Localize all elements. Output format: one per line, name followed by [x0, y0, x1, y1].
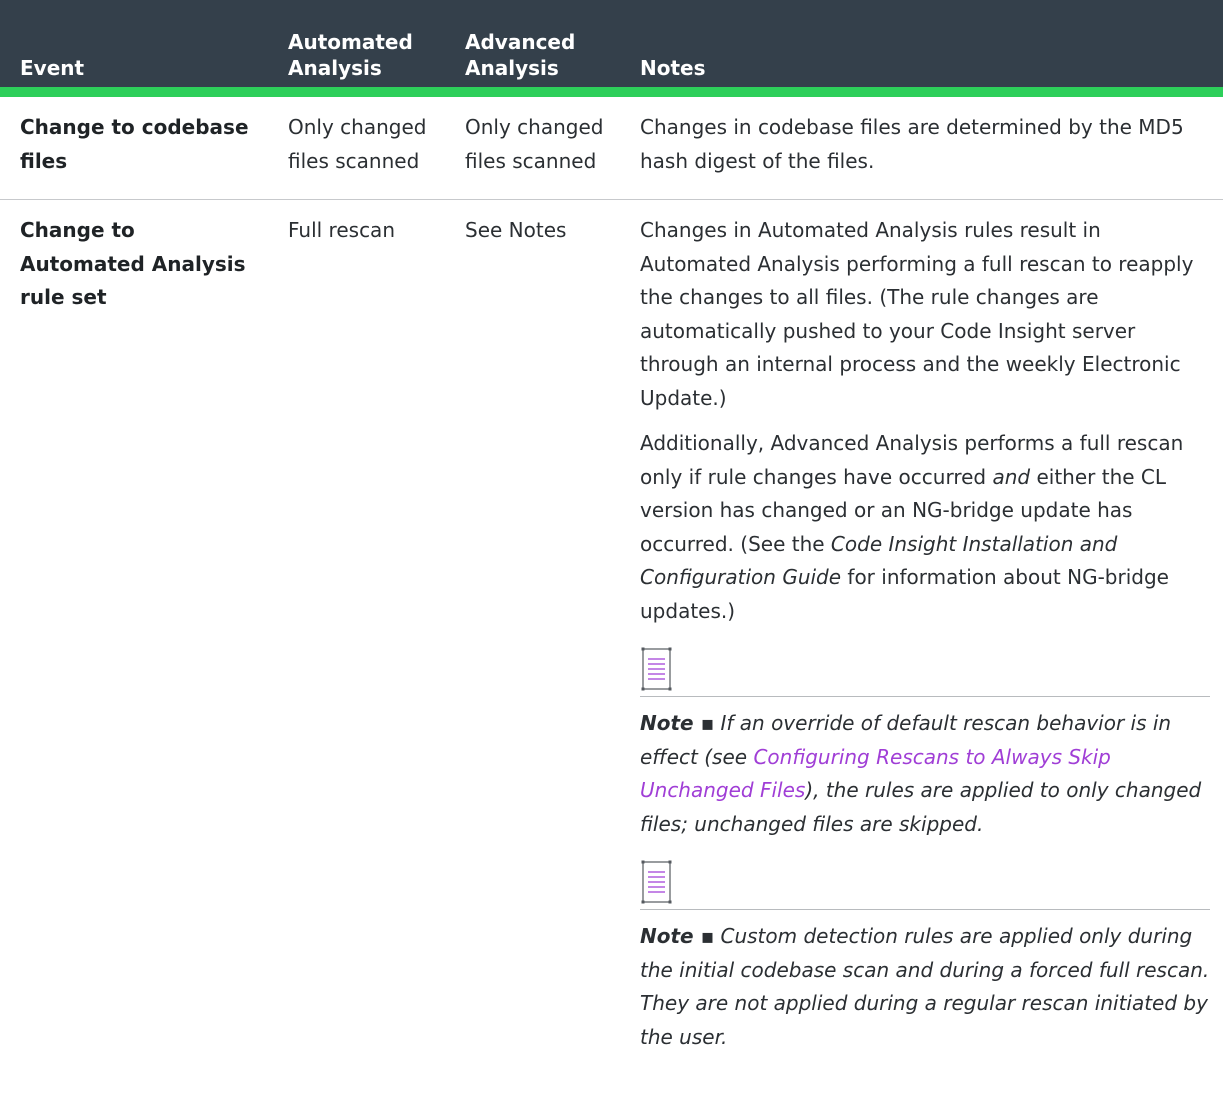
note-callout: Note ▪ Custom detection rules are applie… [640, 859, 1210, 1054]
text-run: Custom detection rules are applied only … [640, 924, 1210, 1049]
table-row: Change to Automated Analysis rule set Fu… [0, 200, 1223, 1100]
emphasis-and: and [992, 464, 1031, 489]
note-text: Note ▪ If an override of default rescan … [640, 707, 1210, 841]
note-divider [640, 909, 1210, 910]
column-header-advanced-analysis: Advanced Analysis [465, 30, 576, 80]
automated-analysis-cell: Only changed files scanned [288, 115, 427, 173]
notes-cell: Changes in codebase files are determined… [640, 115, 1184, 173]
note-label: Note ▪ [640, 924, 715, 948]
column-header-notes: Notes [640, 56, 706, 80]
advanced-analysis-cell: Only changed files scanned [465, 115, 604, 173]
event-cell: Change to codebase files [20, 115, 249, 173]
notes-paragraph: Additionally, Advanced Analysis performs… [640, 427, 1210, 628]
note-text: Note ▪ Custom detection rules are applie… [640, 920, 1210, 1054]
note-divider [640, 696, 1210, 697]
column-header-automated-analysis: Automated Analysis [288, 30, 413, 80]
note-callout: Note ▪ If an override of default rescan … [640, 646, 1210, 841]
table-row: Change to codebase files Only changed fi… [0, 97, 1223, 200]
note-icon [641, 647, 672, 691]
table-header: Event Automated Analysis Advanced Analys… [0, 0, 1223, 97]
automated-analysis-cell: Full rescan [288, 218, 395, 242]
event-cell: Change to Automated Analysis rule set [20, 218, 246, 309]
column-header-event: Event [20, 56, 85, 80]
rescan-behavior-table: Event Automated Analysis Advanced Analys… [0, 0, 1223, 1100]
advanced-analysis-cell: See Notes [465, 218, 567, 242]
notes-paragraph: Changes in Automated Analysis rules resu… [640, 218, 1194, 410]
notes-cell: Changes in Automated Analysis rules resu… [640, 214, 1210, 1054]
note-label: Note ▪ [640, 711, 715, 735]
note-icon [641, 860, 672, 904]
